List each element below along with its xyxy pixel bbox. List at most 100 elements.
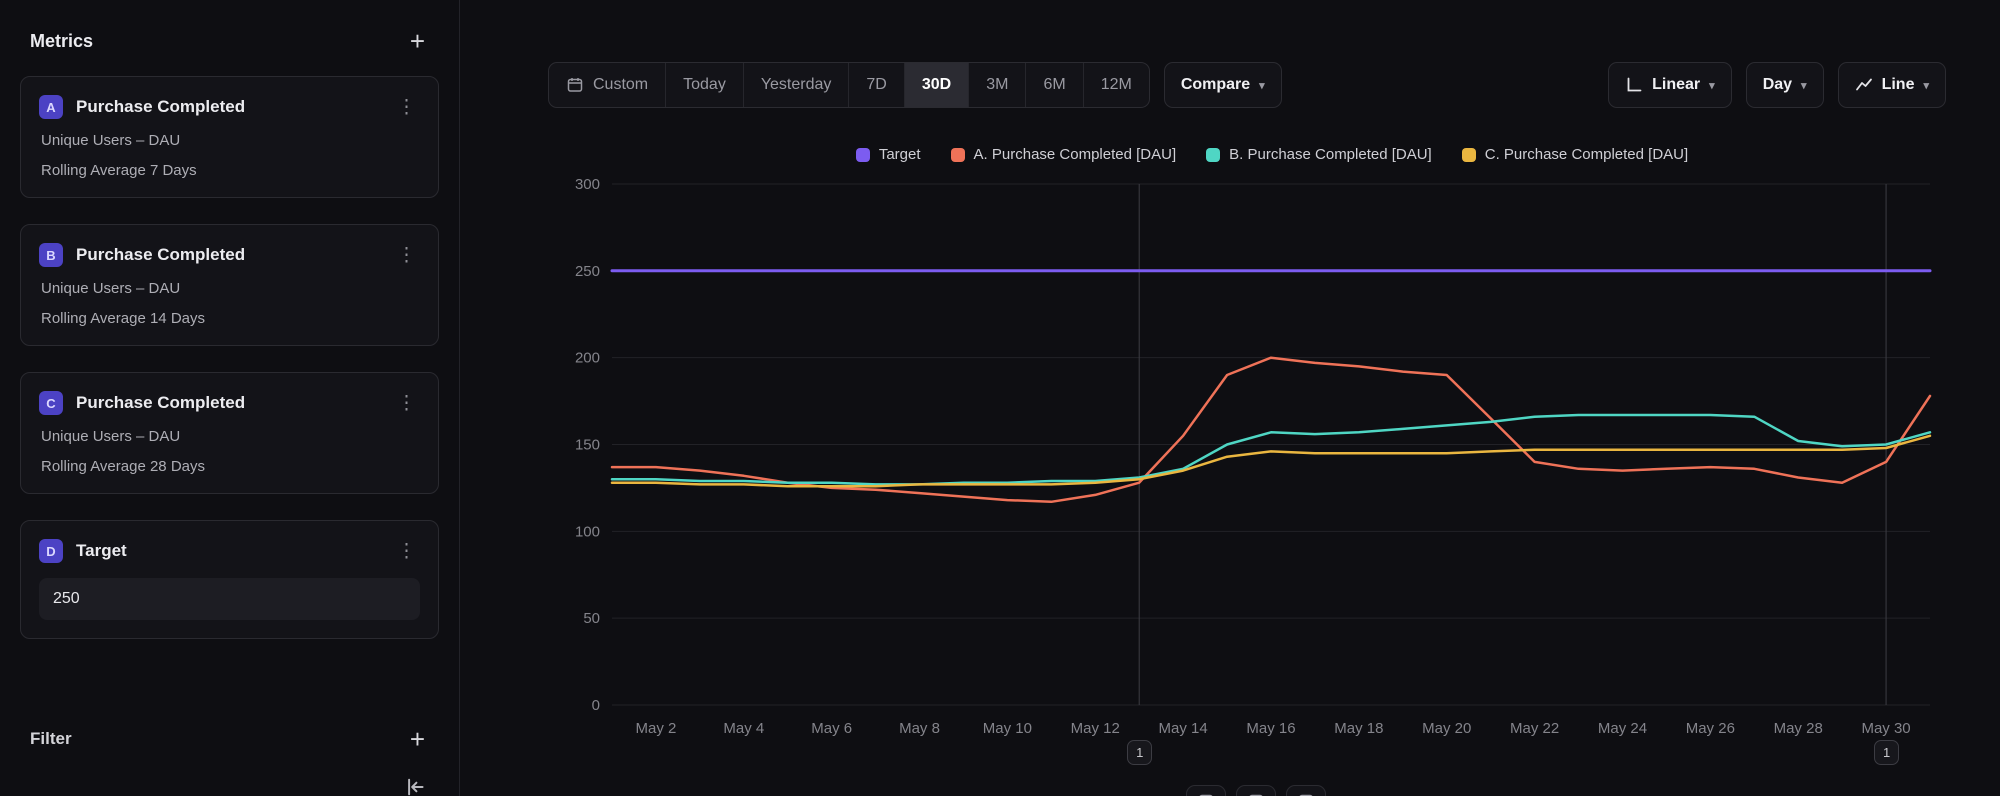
range-6m-button[interactable]: 6M: [1025, 63, 1082, 107]
metrics-header: Metrics +: [30, 26, 431, 56]
range-label: Custom: [593, 76, 648, 94]
range-label: 3M: [986, 76, 1008, 94]
svg-text:May 10: May 10: [983, 720, 1032, 737]
target-value-input[interactable]: [39, 578, 420, 620]
bottom-action-button-2[interactable]: [1236, 785, 1276, 796]
metric-menu-button[interactable]: ⋮: [393, 540, 420, 563]
granularity-select-button[interactable]: Day ▾: [1746, 62, 1824, 108]
metric-card-c[interactable]: C Purchase Completed ⋮ Unique Users – DA…: [20, 372, 439, 494]
range-label: 30D: [922, 76, 951, 94]
chevron-down-icon: ▾: [1709, 79, 1715, 92]
metric-menu-button[interactable]: ⋮: [393, 244, 420, 267]
metric-card-header: B Purchase Completed ⋮: [39, 243, 420, 267]
svg-text:May 30: May 30: [1861, 720, 1910, 737]
metric-rolling: Rolling Average 28 Days: [41, 458, 420, 475]
range-7d-button[interactable]: 7D: [848, 63, 903, 107]
metric-measure: Unique Users – DAU: [41, 280, 420, 297]
compare-button[interactable]: Compare ▾: [1164, 62, 1282, 108]
svg-text:300: 300: [575, 176, 600, 193]
range-30d-button[interactable]: 30D: [904, 63, 968, 107]
add-metric-button[interactable]: +: [404, 26, 431, 56]
range-12m-button[interactable]: 12M: [1083, 63, 1149, 107]
annotation-badge[interactable]: 1: [1874, 740, 1899, 765]
svg-text:May 2: May 2: [636, 720, 677, 737]
metric-badge: B: [39, 243, 63, 267]
svg-text:May 8: May 8: [899, 720, 940, 737]
granularity-label: Day: [1763, 76, 1792, 94]
collapse-icon: [403, 786, 425, 796]
range-custom-button[interactable]: Custom: [549, 63, 665, 107]
annotation-badge[interactable]: 1: [1127, 740, 1152, 765]
compare-label: Compare: [1181, 76, 1250, 94]
metric-card-b[interactable]: B Purchase Completed ⋮ Unique Users – DA…: [20, 224, 439, 346]
chart-type-select-button[interactable]: Line ▾: [1838, 62, 1946, 108]
chart-canvas[interactable]: 050100150200250300May 2May 4May 6May 8Ma…: [540, 140, 1970, 780]
chevron-down-icon: ▾: [1923, 79, 1929, 92]
metric-badge: A: [39, 95, 63, 119]
plus-icon: +: [410, 724, 425, 754]
svg-text:100: 100: [575, 523, 600, 540]
metric-badge: D: [39, 539, 63, 563]
kebab-icon: ⋮: [397, 97, 416, 118]
svg-text:May 28: May 28: [1774, 720, 1823, 737]
bottom-action-button-3[interactable]: [1286, 785, 1326, 796]
bottom-action-button-1[interactable]: [1186, 785, 1226, 796]
svg-text:May 18: May 18: [1334, 720, 1383, 737]
axis-scale-icon: [1625, 76, 1643, 94]
svg-text:May 24: May 24: [1598, 720, 1647, 737]
kebab-icon: ⋮: [397, 245, 416, 266]
range-label: 6M: [1043, 76, 1065, 94]
range-3m-button[interactable]: 3M: [968, 63, 1025, 107]
target-card[interactable]: D Target ⋮: [20, 520, 439, 639]
range-today-button[interactable]: Today: [665, 63, 743, 107]
app-root: Metrics + A Purchase Completed ⋮ Unique …: [0, 0, 2000, 796]
metric-title: Purchase Completed: [76, 393, 393, 413]
collapse-sidebar-button[interactable]: [403, 776, 425, 796]
kebab-icon: ⋮: [397, 541, 416, 562]
metric-badge: C: [39, 391, 63, 415]
svg-text:May 6: May 6: [811, 720, 852, 737]
chevron-down-icon: ▾: [1801, 79, 1807, 92]
metric-measure: Unique Users – DAU: [41, 428, 420, 445]
metric-card-a[interactable]: A Purchase Completed ⋮ Unique Users – DA…: [20, 76, 439, 198]
range-label: 12M: [1101, 76, 1132, 94]
line-chart[interactable]: 050100150200250300May 2May 4May 6May 8Ma…: [540, 140, 1970, 780]
svg-text:May 14: May 14: [1159, 720, 1208, 737]
svg-text:May 16: May 16: [1246, 720, 1295, 737]
range-label: Yesterday: [761, 76, 832, 94]
range-label: Today: [683, 76, 726, 94]
metrics-title: Metrics: [30, 31, 93, 52]
chart-display-controls: Linear ▾ Day ▾ Line ▾: [1608, 62, 1946, 108]
metric-card-header: A Purchase Completed ⋮: [39, 95, 420, 119]
metric-measure: Unique Users – DAU: [41, 132, 420, 149]
chart-type-label: Line: [1882, 76, 1915, 94]
svg-text:May 4: May 4: [723, 720, 764, 737]
filter-header: Filter +: [30, 724, 431, 754]
date-range-segmented-control: Custom Today Yesterday 7D 30D 3M 6M 12M: [548, 62, 1150, 108]
kebab-icon: ⋮: [397, 393, 416, 414]
line-chart-icon: [1855, 76, 1873, 94]
svg-text:250: 250: [575, 263, 600, 280]
metric-rolling: Rolling Average 14 Days: [41, 310, 420, 327]
chart-panel: Custom Today Yesterday 7D 30D 3M 6M 12M …: [460, 0, 2000, 796]
metric-card-header: C Purchase Completed ⋮: [39, 391, 420, 415]
svg-text:50: 50: [583, 610, 600, 627]
metric-menu-button[interactable]: ⋮: [393, 392, 420, 415]
svg-text:May 12: May 12: [1071, 720, 1120, 737]
svg-text:0: 0: [592, 697, 600, 714]
metric-title: Purchase Completed: [76, 97, 393, 117]
date-range-controls: Custom Today Yesterday 7D 30D 3M 6M 12M …: [548, 62, 1282, 108]
chart-toolbar: Custom Today Yesterday 7D 30D 3M 6M 12M …: [548, 62, 1946, 108]
metric-title: Purchase Completed: [76, 245, 393, 265]
svg-text:May 22: May 22: [1510, 720, 1559, 737]
sidebar: Metrics + A Purchase Completed ⋮ Unique …: [0, 0, 460, 796]
filter-title: Filter: [30, 729, 72, 749]
range-yesterday-button[interactable]: Yesterday: [743, 63, 849, 107]
metric-title: Target: [76, 541, 393, 561]
metric-menu-button[interactable]: ⋮: [393, 96, 420, 119]
chevron-down-icon: ▾: [1259, 79, 1265, 92]
plus-icon: +: [410, 26, 425, 56]
scale-select-button[interactable]: Linear ▾: [1608, 62, 1732, 108]
metric-rolling: Rolling Average 7 Days: [41, 162, 420, 179]
add-filter-button[interactable]: +: [404, 724, 431, 754]
